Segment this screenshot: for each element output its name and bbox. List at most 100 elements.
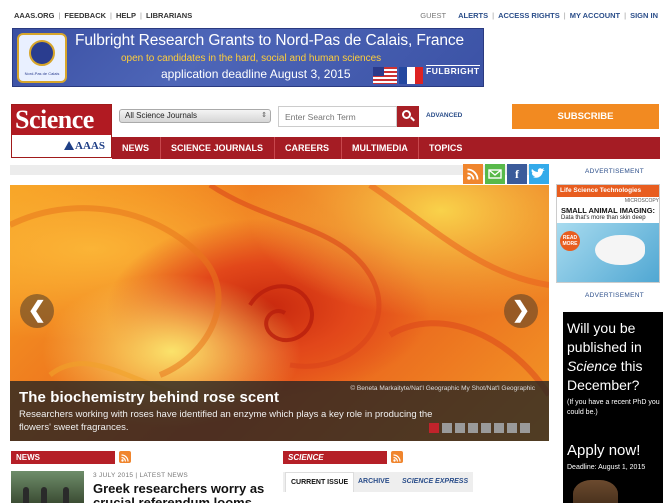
seal-emblem [29,40,55,66]
apply-now[interactable]: Apply now! [567,442,640,459]
nav-multimedia[interactable]: MULTIMEDIA [352,137,408,159]
nav-divider [274,137,275,159]
sign-in-link[interactable]: SIGN IN [630,11,658,20]
fulbright-banner-ad[interactable]: Nord-Pas de Calais Fulbright Research Gr… [12,28,484,87]
nav-careers[interactable]: CAREERS [285,137,329,159]
aaas-logo: AAAS [12,135,111,157]
read-more-badge[interactable]: READ MORE [560,231,580,251]
divider: | [563,11,566,20]
science-careers-ad[interactable]: Will you be published in Science this De… [563,312,663,503]
life-science-ad[interactable]: Life Science Technologies MICROSCOPY SMA… [556,184,660,283]
ad-category: MICROSCOPY [624,198,659,204]
science-wordmark: Science [12,105,111,135]
carousel-dot[interactable] [481,423,491,433]
hero-dek: Researchers working with roses have iden… [19,409,433,433]
search-button[interactable] [397,106,419,127]
science-section-header[interactable]: SCIENCE [283,451,387,464]
ad-question: Will you be published in Science this De… [567,319,661,395]
advanced-search-link[interactable]: ADVANCED [426,112,462,119]
carousel-dot[interactable] [442,423,452,433]
ad-brand: Life Science Technologies [557,185,659,197]
help-link[interactable]: HELP [116,11,136,20]
ad-deadline: Deadline: August 1, 2015 [567,464,646,471]
librarians-link[interactable]: LIBRARIANS [146,11,192,20]
ad-note: (If you have a recent PhD you could be.) [567,399,660,416]
nav-news[interactable]: NEWS [122,137,149,159]
divider: | [110,11,112,20]
banner-headline: Fulbright Research Grants to Nord-Pas de… [75,32,465,49]
nav-topics[interactable]: TOPICS [429,137,462,159]
banner-deadline: application deadline August 3, 2015 [161,67,351,81]
divider: | [492,11,495,20]
news-headline[interactable]: Greek researchers worry as crucial refer… [93,482,273,503]
fulbright-logo: FULBRIGHT [426,65,480,76]
advertisement-label: ADVERTISEMENT [585,168,645,175]
carousel-dot[interactable] [429,423,439,433]
subscribe-button[interactable]: SUBSCRIBE [512,104,659,129]
carousel-next-button[interactable]: ❯ [504,294,538,328]
my-account-link[interactable]: MY ACCOUNT [570,11,620,20]
ad-question-pre: Will you be published in [567,320,642,355]
utility-links-left: AAAS.ORG | FEEDBACK | HELP | LIBRARIANS [14,11,192,20]
science-tabs: CURRENT ISSUE ARCHIVE SCIENCE EXPRESS [283,472,473,492]
email-icon[interactable] [485,164,505,184]
search-icon-handle [410,116,415,122]
hero-headline[interactable]: The biochemistry behind rose scent [19,389,279,406]
carousel-dot[interactable] [520,423,530,433]
tab-archive[interactable]: ARCHIVE [358,472,390,492]
journal-select[interactable]: All Science Journals ⇕ [119,109,271,123]
tab-current-issue[interactable]: CURRENT ISSUE [285,472,355,492]
rss-icon[interactable] [463,164,483,184]
feedback-link[interactable]: FEEDBACK [64,11,106,20]
carousel-dot[interactable] [494,423,504,433]
person-figure [63,487,69,503]
carousel-dot[interactable] [455,423,465,433]
guest-label: GUEST [420,11,447,20]
divider: | [140,11,142,20]
access-rights-link[interactable]: ACCESS RIGHTS [498,11,560,20]
ad-question-em: Science [567,358,617,374]
divider: | [58,11,61,20]
news-rss-icon[interactable] [119,451,131,463]
carousel-prev-button[interactable]: ❮ [20,294,54,328]
twitter-icon[interactable] [529,164,549,184]
science-rss-icon[interactable] [391,451,403,463]
mouse-figure [595,235,645,265]
person-figure [23,487,29,503]
nav-divider [341,137,342,159]
news-date: 3 JULY 2015 | LATEST NEWS [93,472,189,479]
nav-divider [160,137,161,159]
carousel-pagination [429,420,533,438]
search-input[interactable] [278,106,397,127]
france-flag-icon [399,67,423,84]
news-section-header[interactable]: NEWS [11,451,115,464]
advertisement-label: ADVERTISEMENT [585,292,645,299]
divider: | [624,11,627,20]
nav-divider [418,137,419,159]
carousel-dot[interactable] [507,423,517,433]
news-thumbnail[interactable] [11,471,84,503]
tab-science-express[interactable]: SCIENCE EXPRESS [402,472,468,492]
region-seal-logo: Nord-Pas de Calais [17,33,67,83]
select-arrows-icon: ⇕ [261,112,267,119]
nav-science-journals[interactable]: SCIENCE JOURNALS [171,137,263,159]
facebook-icon[interactable]: f [507,164,527,184]
aaas-mark-icon [64,141,75,150]
alerts-link[interactable]: ALERTS [458,11,488,20]
hero-carousel[interactable]: ❮ ❯ © Beneta Markaityte/Nat'l Geographic… [10,185,549,441]
utility-links-right: GUEST ALERTS | ACCESS RIGHTS | MY ACCOUNT | SIG… [420,11,658,20]
ad-subline: Data that's more than skin deep [561,215,646,221]
photo-credit: © Beneta Markaityte/Nat'l Geographic My … [350,385,535,392]
banner-subline: open to candidates in the hard, social a… [121,53,382,64]
aaas-text: AAAS [75,140,105,152]
journal-select-value: All Science Journals [125,111,198,120]
ad-headline: SMALL ANIMAL IMAGING: [561,206,656,215]
science-logo[interactable]: Science AAAS [11,104,112,158]
us-flag-icon [373,67,397,84]
main-nav: NEWS SCIENCE JOURNALS CAREERS MULTIMEDIA… [112,137,660,159]
carousel-dot[interactable] [468,423,478,433]
seal-text: Nord-Pas de Calais [24,71,60,76]
aaas-org-link[interactable]: AAAS.ORG [14,11,54,20]
hero-caption: © Beneta Markaityte/Nat'l Geographic My … [10,381,549,441]
mouse-image: READ MORE [557,223,659,282]
